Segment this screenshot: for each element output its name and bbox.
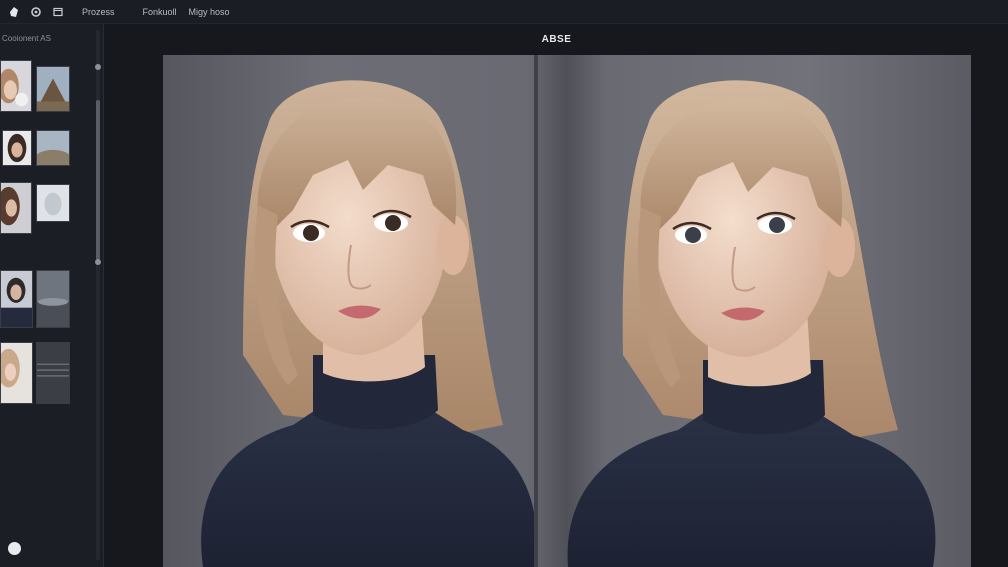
thumbnail-landscape-4[interactable] bbox=[36, 270, 70, 328]
sidebar-scrollbar[interactable] bbox=[96, 30, 100, 560]
sidebar-scroll-thumb[interactable] bbox=[96, 100, 100, 260]
sidebar-heading: Cooionent AS bbox=[2, 34, 51, 43]
thumbnail-portrait-5[interactable] bbox=[0, 342, 33, 404]
app-window: Prozess Fonkuoll Migy hoso Cooionent AS bbox=[0, 0, 1008, 567]
menu-item-1[interactable]: Prozess bbox=[82, 7, 115, 17]
thumbnail-portrait-1[interactable] bbox=[0, 60, 32, 112]
thumbnail-portrait-4[interactable] bbox=[0, 270, 33, 328]
split-divider-handle[interactable] bbox=[534, 55, 538, 567]
menu-item-2[interactable]: Fonkuoll bbox=[143, 7, 177, 17]
status-indicator[interactable] bbox=[8, 542, 21, 555]
thumbnail-portrait-3[interactable] bbox=[0, 182, 32, 234]
thumbnail-landscape-1[interactable] bbox=[36, 66, 70, 112]
app-logo-icon[interactable] bbox=[6, 4, 22, 20]
settings-icon[interactable] bbox=[28, 4, 44, 20]
menu-item-3[interactable]: Migy hoso bbox=[189, 7, 230, 17]
thumbnail-portrait-2[interactable] bbox=[2, 130, 32, 166]
view-title: ABSE bbox=[541, 34, 572, 45]
compare-view: ABSE bbox=[105, 24, 1008, 567]
thumbnail-landscape-3[interactable] bbox=[36, 184, 70, 222]
image-before[interactable] bbox=[173, 55, 535, 567]
thumbnail-texture-5[interactable] bbox=[36, 342, 70, 404]
window-icon[interactable] bbox=[50, 4, 66, 20]
comparison-canvas[interactable] bbox=[163, 55, 971, 567]
asset-sidebar: Cooionent AS bbox=[0, 24, 104, 567]
image-after[interactable] bbox=[553, 55, 971, 567]
scroll-marker-icon bbox=[95, 64, 101, 70]
top-toolbar: Prozess Fonkuoll Migy hoso bbox=[0, 0, 1008, 24]
thumbnail-landscape-2[interactable] bbox=[36, 130, 70, 166]
scroll-marker-icon bbox=[95, 259, 101, 265]
